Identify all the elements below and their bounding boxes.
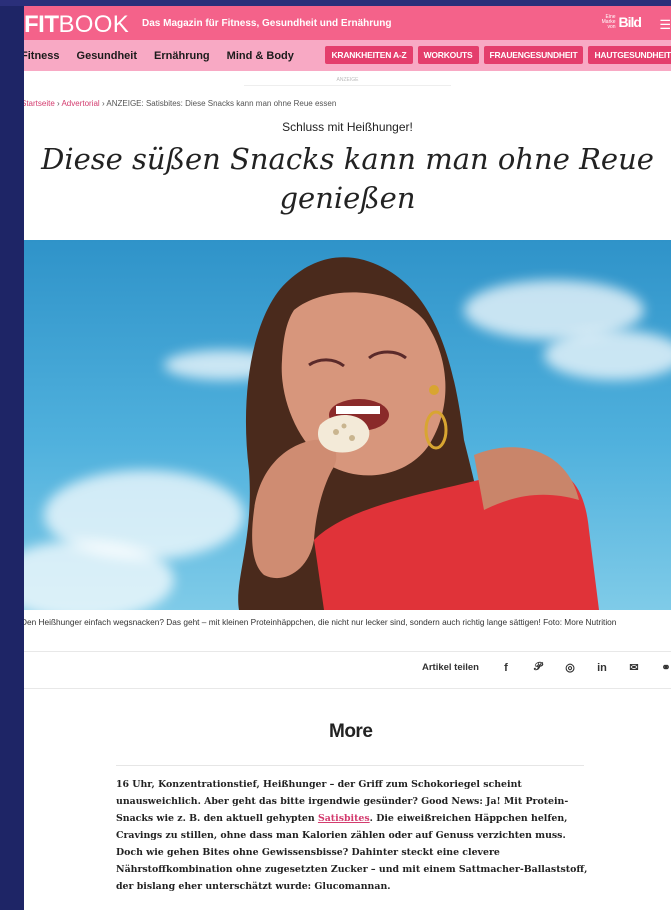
article-kicker: Schluss mit Heißhunger!	[282, 120, 413, 134]
bild-logo: Bild	[618, 14, 642, 30]
article-headline: Diese süßen Snacks kann man ohne Reue ge…	[41, 142, 654, 215]
nav-button-workouts[interactable]: WORKOUTS	[417, 46, 479, 64]
email-icon[interactable]: ✉	[629, 661, 639, 674]
hero-image	[24, 240, 671, 610]
sponsor-divider	[116, 765, 584, 766]
satisbites-link[interactable]: Satisbites	[318, 813, 370, 824]
breadcrumb-home[interactable]: Startseite	[24, 99, 55, 108]
hamburger-menu-icon[interactable]: ☰	[659, 17, 671, 33]
linkedin-icon[interactable]: in	[597, 662, 607, 674]
nav-item-fitness[interactable]: Fitness	[24, 50, 60, 62]
pinterest-icon[interactable]: 𝒫	[533, 661, 543, 674]
ad-label: ANZEIGE	[336, 77, 359, 83]
fitbook-logo[interactable]: FIT BOOK	[24, 11, 130, 38]
woman-eating-snack-illustration	[238, 257, 599, 610]
share-bar: Artikel teilen f 𝒫 ◎ in ✉ ⚭	[422, 661, 671, 674]
site-header: FIT BOOK Das Magazin für Fitness, Gesundh…	[24, 6, 671, 40]
share-divider-bottom	[24, 688, 671, 689]
site-tagline: Das Magazin für Fitness, Gesundheit und …	[142, 18, 392, 29]
share-divider-top	[24, 651, 671, 652]
bild-brand-note: Eine Marke von	[601, 13, 616, 30]
share-label: Artikel teilen	[421, 662, 479, 673]
nav-button-krankheiten[interactable]: KRANKHEITEN A-Z	[325, 46, 413, 64]
more-nutrition-logo[interactable]: More	[329, 721, 373, 743]
logo-fit: FIT	[24, 11, 59, 38]
breadcrumb-current: ANZEIGE: Satisbites: Diese Snacks kann m…	[106, 99, 337, 108]
facebook-icon[interactable]: f	[501, 662, 511, 674]
nav-button-frauengesundheit[interactable]: FRAUENGESUNDHEIT	[483, 46, 584, 64]
nav-button-hautgesundheit[interactable]: HAUTGESUNDHEIT	[588, 46, 671, 64]
main-nav: Fitness Gesundheit Ernährung Mind & Body…	[24, 40, 671, 71]
nav-item-mind-body[interactable]: Mind & Body	[227, 50, 294, 62]
nav-item-gesundheit[interactable]: Gesundheit	[77, 50, 138, 62]
whatsapp-icon[interactable]: ◎	[565, 661, 575, 674]
body-paragraph-end: . Die eiweißreichen Häppchen helfen, Cra…	[116, 813, 588, 892]
bild-brand[interactable]: Eine Marke von Bild	[600, 13, 642, 30]
article-page: FIT BOOK Das Magazin für Fitness, Gesundh…	[24, 6, 671, 910]
link-icon[interactable]: ⚭	[661, 661, 671, 674]
ad-divider	[244, 85, 451, 86]
nav-item-ernaehrung[interactable]: Ernährung	[154, 50, 210, 62]
breadcrumb: Startseite › Advertorial › ANZEIGE: Sati…	[24, 99, 671, 108]
image-caption: Den Heißhunger einfach wegsnacken? Das g…	[24, 617, 617, 627]
breadcrumb-category[interactable]: Advertorial	[61, 99, 99, 108]
article-body: 16 Uhr, Konzentrationstief, Heißhunger –…	[116, 776, 591, 895]
logo-book: BOOK	[58, 11, 130, 38]
